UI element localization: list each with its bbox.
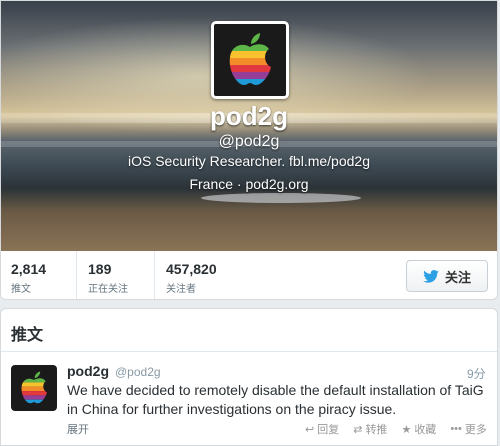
retweet-icon: ⇄ (353, 423, 363, 436)
profile-header-banner: pod2g @pod2g iOS Security Researcher. fb… (1, 1, 497, 251)
tweet-expand-link[interactable]: 展开 (67, 421, 89, 437)
stat-following[interactable]: 189 正在关注 (88, 261, 128, 295)
tweets-title: 推文 (11, 327, 44, 344)
tweet-actions: ↩ 回复 ⇄ 转推 ★ 收藏 ••• 更多 (305, 421, 487, 437)
retweet-action[interactable]: ⇄ 转推 (353, 421, 387, 437)
stat-value: 189 (88, 261, 112, 277)
twitter-bird-icon (423, 269, 439, 283)
profile-bio: iOS Security Researcher. fbl.me/pod2g (127, 153, 370, 169)
tweet-timestamp[interactable]: 9分 (467, 365, 486, 382)
more-action[interactable]: ••• 更多 (450, 421, 487, 437)
star-icon: ★ (401, 423, 412, 436)
profile-location: France · pod2g.org (189, 176, 309, 192)
favorite-label: 收藏 (414, 424, 437, 436)
stat-value: 457,820 (166, 261, 217, 277)
divider (154, 251, 155, 299)
stat-followers[interactable]: 457,820 关注者 (166, 261, 217, 295)
stat-label: 推文 (11, 284, 31, 295)
stat-label: 关注者 (166, 284, 196, 295)
follow-button[interactable]: 关注 (406, 260, 488, 292)
apple-logo-icon (21, 371, 47, 404)
apple-logo-icon (229, 33, 272, 85)
divider (1, 351, 497, 352)
reply-icon: ↩ (305, 423, 315, 436)
more-label: 更多 (464, 424, 487, 436)
tweet-author-handle[interactable]: @pod2g (115, 365, 161, 379)
profile-handle: @pod2g (218, 133, 280, 150)
stat-value: 2,814 (11, 261, 47, 277)
profile-name: pod2g (210, 101, 288, 131)
stat-tweets[interactable]: 2,814 推文 (11, 261, 46, 295)
tweet-avatar[interactable] (11, 365, 57, 411)
follow-button-label: 关注 (444, 269, 471, 285)
more-dots-icon: ••• (450, 423, 462, 435)
retweet-label: 转推 (365, 424, 388, 436)
profile-avatar[interactable] (211, 21, 289, 99)
tweet-author-name[interactable]: pod2g (67, 363, 109, 379)
tweets-panel: 推文 pod2g @pod2g 9分 We have decided to re… (0, 308, 498, 446)
profile-card: pod2g @pod2g iOS Security Researcher. fb… (0, 0, 498, 300)
reply-label: 回复 (317, 424, 340, 436)
favorite-action[interactable]: ★ 收藏 (401, 421, 436, 437)
reply-action[interactable]: ↩ 回复 (305, 421, 339, 437)
stat-label: 正在关注 (88, 284, 128, 295)
divider (76, 251, 77, 299)
tweet-text: We have decided to remotely disable the … (67, 382, 484, 417)
